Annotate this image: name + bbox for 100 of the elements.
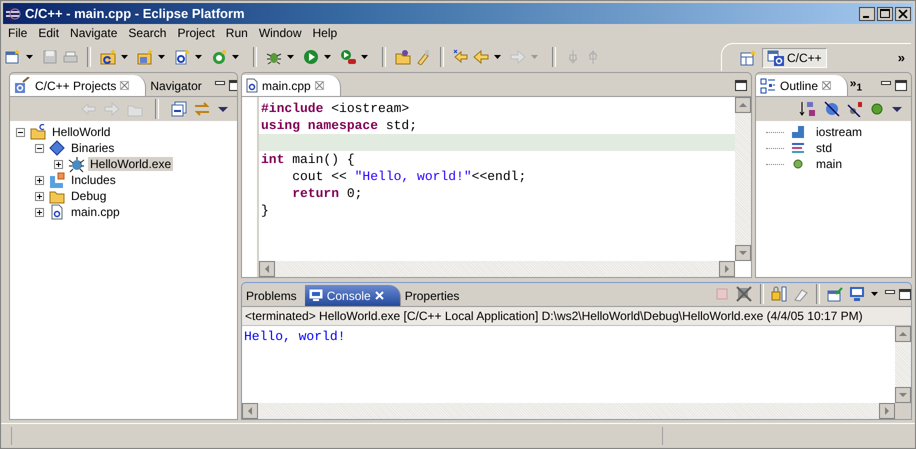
run-tool-icon[interactable] (340, 49, 356, 65)
expand-icon[interactable] (35, 176, 44, 184)
outline-item[interactable]: main (816, 157, 842, 171)
tree-item[interactable]: HelloWorld (50, 125, 112, 139)
scroll-down-button[interactable] (895, 387, 911, 403)
maximize-button[interactable] (877, 6, 893, 20)
horizontal-scrollbar[interactable] (242, 403, 895, 419)
diamond-icon (49, 140, 66, 156)
console-description: <terminated> HelloWorld.exe [C/C++ Local Application] D:\ws2\HelloWorld\Debug\HelloWorld.exe (4/4/05 10:17 PM) (242, 307, 911, 326)
code-line: } (261, 203, 269, 218)
tab[interactable]: Outline (756, 75, 848, 96)
project-folder-icon (30, 124, 47, 140)
dropdown-caret-icon[interactable] (195, 55, 202, 59)
scroll-right-button[interactable] (719, 261, 735, 277)
dropdown-caret-icon[interactable] (121, 55, 128, 59)
dropdown-caret-icon[interactable] (287, 55, 294, 59)
menu-item[interactable]: File (3, 26, 34, 40)
menu-item[interactable]: Project (172, 26, 221, 40)
tab[interactable]: Navigator (146, 75, 210, 96)
scroll-lock-icon[interactable] (771, 286, 787, 302)
vertical-scrollbar[interactable] (735, 97, 751, 261)
console-output: Hello, world! (244, 329, 346, 344)
sort-icon[interactable] (799, 100, 817, 118)
scroll-down-button[interactable] (735, 245, 751, 261)
eclipse-icon (5, 6, 21, 22)
window-title: C/C++ - main.cpp - Eclipse Platform (25, 6, 245, 21)
folder-icon[interactable] (137, 49, 153, 65)
outline-item[interactable]: iostream (816, 125, 862, 139)
last-edit-icon[interactable] (453, 49, 469, 65)
hide-static-icon[interactable] (847, 101, 863, 117)
document-icon (246, 78, 258, 93)
dropdown-caret-icon[interactable] (871, 292, 878, 296)
scroll-right-button[interactable] (879, 403, 895, 419)
vertical-scrollbar[interactable] (895, 326, 911, 403)
menu-item[interactable]: Search (123, 26, 172, 40)
more-perspectives-button[interactable]: » (898, 50, 905, 65)
project-icon[interactable] (100, 49, 116, 65)
dropdown-caret-icon[interactable] (324, 55, 331, 59)
outline-icon (760, 78, 776, 94)
scroll-up-button[interactable] (735, 97, 751, 113)
dropdown-caret-icon[interactable] (494, 55, 501, 59)
perspective-button[interactable]: C/C++ (762, 48, 827, 68)
maximize-icon[interactable] (228, 80, 237, 91)
scroll-up-button[interactable] (895, 326, 911, 342)
more-views-button[interactable]: »$_{1}$ (850, 76, 862, 96)
dropdown-caret-icon[interactable] (232, 55, 239, 59)
open-perspective-icon[interactable] (740, 50, 756, 66)
collapse-all-icon[interactable] (171, 101, 187, 117)
menu-item[interactable]: Edit (33, 26, 66, 40)
tab[interactable]: Console (304, 285, 401, 306)
tree-item[interactable]: Binaries (69, 141, 116, 155)
run-icon[interactable] (303, 49, 319, 65)
close-icon[interactable] (314, 81, 324, 90)
outline-item[interactable]: std (816, 141, 832, 155)
include-icon (790, 124, 806, 140)
hide-fields-icon[interactable] (824, 101, 840, 117)
namespace-icon (790, 140, 806, 156)
menu-item[interactable]: Navigate (65, 26, 124, 40)
maximize-icon[interactable] (895, 80, 907, 91)
scroll-left-button[interactable] (259, 261, 275, 277)
new-wizard-icon[interactable] (5, 49, 21, 65)
tree-item[interactable]: Debug (69, 189, 108, 203)
minimize-button[interactable] (859, 6, 875, 20)
dropdown-caret-icon[interactable] (26, 55, 33, 59)
expand-icon[interactable] (35, 208, 44, 216)
horizontal-scrollbar[interactable] (259, 261, 735, 277)
collapse-icon[interactable] (35, 144, 44, 152)
tab[interactable]: main.cpp (242, 75, 341, 96)
class-icon[interactable] (211, 49, 227, 65)
close-icon[interactable] (120, 81, 130, 90)
tab[interactable]: Properties (400, 285, 468, 306)
expand-icon[interactable] (54, 160, 63, 168)
scroll-left-button[interactable] (242, 403, 258, 419)
tree-item[interactable]: HelloWorld.exe (88, 157, 174, 171)
maximize-icon[interactable] (899, 288, 911, 300)
tab[interactable]: C/C++ Projects (10, 75, 146, 96)
menu-item[interactable]: Help (308, 26, 344, 40)
bug-icon (68, 156, 85, 172)
back-icon[interactable] (473, 49, 489, 65)
pin-icon[interactable] (827, 286, 843, 302)
dropdown-caret-icon[interactable] (158, 55, 165, 59)
maximize-icon[interactable] (735, 80, 747, 91)
dropdown-caret-icon[interactable] (361, 55, 368, 59)
display-console-icon[interactable] (849, 286, 865, 302)
tab[interactable]: Problems (242, 285, 305, 306)
menu-item[interactable]: Run (220, 26, 254, 40)
open-folder-icon[interactable] (395, 49, 411, 65)
collapse-icon[interactable] (16, 128, 25, 136)
circle-icon[interactable] (870, 102, 884, 116)
close-icon[interactable] (822, 81, 832, 90)
menu-item[interactable]: Window (254, 26, 308, 40)
close-button[interactable] (895, 6, 911, 20)
brush-icon[interactable] (415, 49, 431, 65)
file-icon[interactable] (174, 49, 190, 65)
tree-item[interactable]: Includes (69, 173, 118, 187)
code-line: #include <iostream> (261, 101, 410, 116)
perspective-icon (767, 50, 785, 66)
expand-icon[interactable] (35, 192, 44, 200)
tree-item[interactable]: main.cpp (69, 205, 122, 219)
remove-launch-icon[interactable] (735, 285, 753, 303)
